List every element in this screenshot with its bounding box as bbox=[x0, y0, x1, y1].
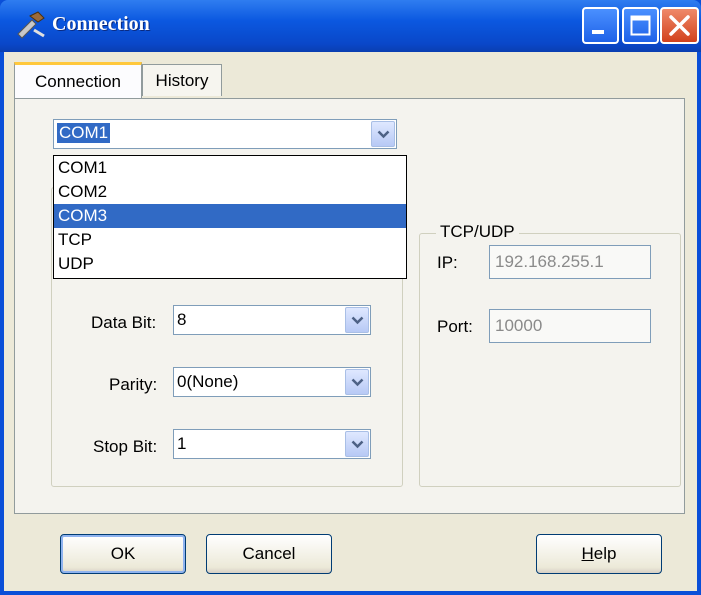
dropdown-option-tcp[interactable]: TCP bbox=[54, 228, 406, 252]
close-icon bbox=[669, 15, 690, 36]
dialog-client-area: Connection History COM1 COM1 COM2 COM3 T… bbox=[4, 52, 697, 591]
data-bit-label: Data Bit: bbox=[91, 313, 157, 332]
connection-window: Connection Connection History COM1 COM1 … bbox=[0, 0, 701, 595]
ok-button[interactable]: OK bbox=[60, 534, 186, 574]
dropdown-option-com2[interactable]: COM2 bbox=[54, 180, 406, 204]
parity-label: Parity: bbox=[109, 375, 158, 394]
dropdown-option-com3[interactable]: COM3 bbox=[54, 204, 406, 228]
chevron-down-icon bbox=[351, 316, 364, 325]
data-bit-value: 8 bbox=[177, 310, 187, 329]
stop-bit-select[interactable]: 1 bbox=[173, 429, 371, 459]
maximize-icon bbox=[630, 15, 651, 36]
cancel-button[interactable]: Cancel bbox=[206, 534, 332, 574]
ip-label: IP: bbox=[437, 253, 458, 272]
port-select-value: COM1 bbox=[57, 123, 111, 143]
parity-select[interactable]: 0(None) bbox=[173, 367, 371, 397]
port-dropdown-list[interactable]: COM1 COM2 COM3 TCP UDP bbox=[53, 155, 407, 279]
help-button[interactable]: Help bbox=[536, 534, 662, 574]
tab-history[interactable]: History bbox=[142, 64, 222, 96]
connection-tab-panel: COM1 COM1 COM2 COM3 TCP UDP Data Bit: 8 bbox=[14, 98, 685, 514]
window-title: Connection bbox=[52, 13, 150, 35]
port-select[interactable]: COM1 bbox=[53, 119, 397, 149]
port-select-dropdown-button[interactable] bbox=[371, 121, 395, 147]
chevron-down-icon bbox=[377, 130, 390, 139]
stop-bit-label: Stop Bit: bbox=[93, 437, 158, 456]
tcp-udp-group-title: TCP/UDP bbox=[436, 222, 519, 242]
close-button[interactable] bbox=[660, 7, 699, 44]
dropdown-option-udp[interactable]: UDP bbox=[54, 252, 406, 276]
dropdown-option-com1[interactable]: COM1 bbox=[54, 156, 406, 180]
stop-bit-value: 1 bbox=[177, 434, 187, 453]
maximize-button[interactable] bbox=[622, 7, 659, 44]
help-button-label-rest: elp bbox=[593, 544, 617, 563]
port-label: Port: bbox=[437, 317, 473, 336]
data-bit-dropdown-button[interactable] bbox=[345, 307, 369, 333]
chevron-down-icon bbox=[351, 378, 364, 387]
parity-dropdown-button[interactable] bbox=[345, 369, 369, 395]
tab-connection[interactable]: Connection bbox=[14, 62, 142, 98]
parity-value: 0(None) bbox=[177, 372, 239, 391]
ip-field[interactable]: 192.168.255.1 bbox=[489, 245, 651, 279]
data-bit-select[interactable]: 8 bbox=[173, 305, 371, 335]
stop-bit-dropdown-button[interactable] bbox=[345, 431, 369, 457]
minimize-button[interactable] bbox=[582, 7, 619, 44]
port-field[interactable]: 10000 bbox=[489, 309, 651, 343]
title-bar[interactable]: Connection bbox=[0, 0, 701, 52]
help-button-mnemonic: H bbox=[581, 544, 594, 563]
chevron-down-icon bbox=[351, 440, 364, 449]
tools-icon bbox=[17, 11, 45, 39]
minimize-icon bbox=[592, 30, 604, 34]
